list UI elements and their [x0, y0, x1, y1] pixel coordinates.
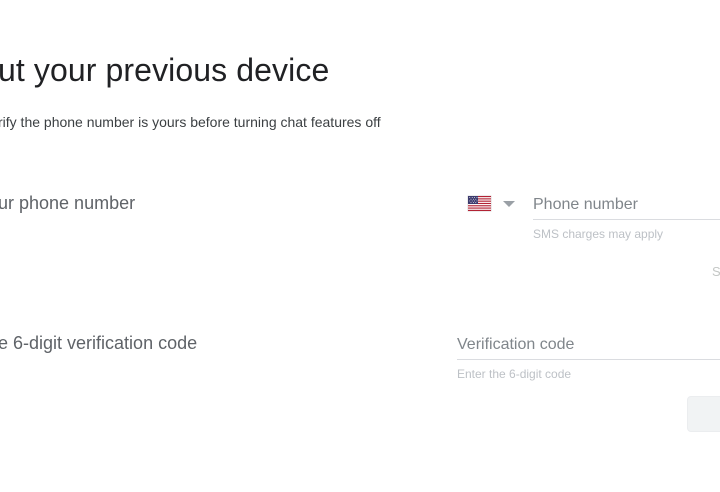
- verify-button[interactable]: [687, 396, 720, 432]
- chevron-down-icon: [503, 201, 515, 207]
- page-title: ut your previous device: [0, 52, 330, 88]
- phone-hint: SMS charges may apply: [533, 227, 664, 241]
- code-step-label: e 6-digit verification code: [0, 333, 198, 353]
- verification-code-input[interactable]: [457, 336, 720, 360]
- phone-step-label: ur phone number: [0, 193, 136, 213]
- phone-number-input[interactable]: [533, 196, 720, 220]
- send-code-link[interactable]: S: [712, 264, 720, 279]
- page-subtitle: rify the phone number is yours before tu…: [0, 114, 381, 130]
- code-hint: Enter the 6-digit code: [457, 367, 572, 381]
- country-selector[interactable]: [468, 196, 520, 212]
- us-flag-icon: [468, 196, 491, 211]
